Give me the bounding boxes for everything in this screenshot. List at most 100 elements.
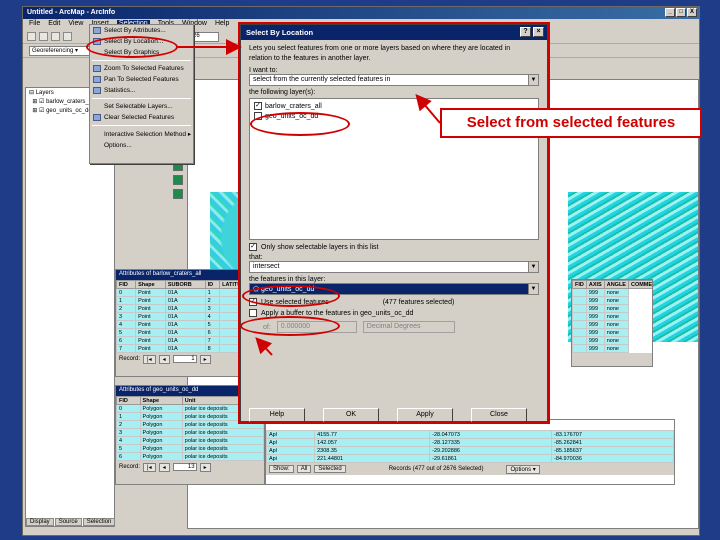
close-dialog-button[interactable]: Close — [471, 408, 527, 422]
menu-interactive-selection-method[interactable]: Interactive Selection Method ▸ — [90, 128, 193, 140]
table-row[interactable]: 6 Polygon polar ice deposits — [116, 452, 264, 461]
table-cell: 999 — [585, 328, 605, 337]
prev-record-button[interactable]: ◂ — [158, 354, 170, 364]
save-icon[interactable] — [51, 32, 60, 41]
select-features-icon[interactable] — [173, 175, 183, 185]
menu-zoom-to-selected[interactable]: Zoom To Selected Features — [90, 63, 193, 74]
show-label: Show: — [269, 465, 294, 473]
record-number-input[interactable]: 1 — [172, 355, 197, 363]
menu-file[interactable]: File — [29, 20, 40, 29]
maximize-button[interactable]: □ — [676, 8, 686, 17]
table-row[interactable]: 999 none — [572, 344, 653, 353]
table-cell — [572, 296, 587, 305]
table-row[interactable]: 999 none — [572, 312, 653, 321]
table-cell: none — [603, 328, 629, 337]
menu-view[interactable]: View — [68, 20, 83, 29]
table-row[interactable]: 999 none — [572, 336, 653, 345]
show-selected-button[interactable]: Selected — [314, 465, 346, 473]
table-cell: none — [603, 312, 629, 321]
tab-display[interactable]: Display — [26, 518, 54, 526]
table-cell: none — [603, 336, 629, 345]
next-record-button[interactable]: ▸ — [199, 354, 211, 364]
table-row[interactable]: 4 Polygon polar ice deposits — [116, 436, 264, 445]
prev-record-button[interactable]: ◂ — [158, 462, 170, 472]
table-row[interactable]: 3 Polygon polar ice deposits — [116, 428, 264, 437]
only-show-selectable-row[interactable]: ✓ Only show selectable layers in this li… — [249, 243, 539, 251]
table-cell: polar ice deposits — [181, 452, 264, 461]
table-cell: -85.185637 — [551, 446, 674, 455]
table-row[interactable]: 999 none — [572, 320, 653, 329]
dialog-help-button[interactable]: ? — [520, 27, 531, 37]
menu-help[interactable]: Help — [215, 20, 229, 29]
record-number-input[interactable]: 13 — [172, 463, 197, 471]
print-icon[interactable] — [63, 32, 72, 41]
table-row[interactable]: Api 221.44801 -29.61861 -84.970036 — [266, 454, 674, 463]
only-show-checkbox[interactable]: ✓ — [249, 243, 257, 251]
close-button[interactable]: X — [687, 8, 697, 17]
menu-edit[interactable]: Edit — [48, 20, 60, 29]
menu-clear-selected[interactable]: Clear Selected Features — [90, 112, 193, 123]
table-cell: 221.44801 — [314, 454, 431, 463]
table-cell: Point — [135, 304, 166, 313]
attribute-table-geo-units-right: Apl 4155.77 -28.047073 -83.176707 Apl 142.057… — [265, 419, 675, 485]
table-row[interactable]: Apl 2308.35 -29.202886 -85.185637 — [266, 446, 674, 455]
table-row[interactable]: 5 Polygon polar ice deposits — [116, 444, 264, 453]
dialog-close-button[interactable]: × — [533, 27, 544, 37]
next-record-button[interactable]: ▸ — [199, 462, 211, 472]
tab-selection[interactable]: Selection — [82, 518, 116, 526]
table-cell — [572, 304, 587, 313]
georeferencing-dropdown[interactable]: Georeferencing ▾ — [29, 45, 91, 56]
records-status: Records (477 out of 2676 Selected) — [388, 466, 484, 472]
window-titlebar: Untitled - ArcMap - ArcInfo _ □ X — [23, 7, 699, 19]
table-cell: Apl — [266, 430, 316, 439]
attribute-table-footer-right: Show: All Selected Records (477 out of 2… — [266, 463, 674, 475]
table-cell: 6 — [116, 452, 141, 461]
highlight-ring-layer — [250, 112, 350, 136]
menu-options[interactable]: Options... — [90, 140, 193, 151]
table-row[interactable]: 999 none — [572, 328, 653, 337]
help-button[interactable]: Help — [249, 408, 305, 422]
tab-source[interactable]: Source — [54, 518, 82, 526]
menu-select-by-attributes[interactable]: Select By Attributes... — [90, 25, 193, 36]
minimize-button[interactable]: _ — [665, 8, 675, 17]
spatial-relationship-dropdown[interactable]: intersect ▼ — [249, 261, 539, 273]
attribute-table-footer: Record: |◂ ◂ 13 ▸ — [116, 461, 264, 473]
table-cell: Apl — [266, 438, 316, 447]
select-by-location-dialog: Select By Location ? × Lets you select f… — [238, 22, 550, 424]
first-record-button[interactable]: |◂ — [143, 354, 156, 364]
layer-checkbox[interactable]: ✓ — [254, 102, 262, 110]
dialog-intro-text: Lets you select features from one or mor… — [249, 45, 511, 62]
options-button[interactable]: Options ▾ — [506, 464, 540, 474]
column-header: Shape — [139, 396, 183, 405]
buffer-units-dropdown[interactable]: Decimal Degrees — [362, 321, 455, 333]
selection-method-dropdown[interactable]: select from the currently selected featu… — [249, 74, 539, 86]
apply-button[interactable]: Apply — [397, 408, 453, 422]
selected-count: (477 features selected) — [382, 298, 455, 306]
identify-icon[interactable] — [173, 189, 183, 199]
table-cell: Polygon — [139, 436, 183, 445]
table-cell: -84.970036 — [551, 454, 674, 463]
record-label: Record: — [119, 464, 141, 470]
menu-set-selectable-layers[interactable]: Set Selectable Layers... — [90, 101, 193, 112]
dialog-buttons: Help OK Apply Close — [249, 408, 527, 422]
table-row[interactable]: 999 none — [572, 288, 653, 297]
open-icon[interactable] — [39, 32, 48, 41]
new-icon[interactable] — [27, 32, 36, 41]
menu-statistics[interactable]: Statistics... — [90, 85, 193, 96]
table-cell: Point — [135, 344, 166, 353]
table-cell: none — [603, 296, 629, 305]
ok-button[interactable]: OK — [323, 408, 379, 422]
table-row[interactable]: 999 none — [572, 296, 653, 305]
table-icon — [93, 27, 101, 34]
table-cell: Polygon — [139, 412, 183, 421]
show-all-button[interactable]: All — [296, 465, 312, 473]
column-header: FID — [116, 280, 137, 289]
table-row[interactable]: 999 none — [572, 304, 653, 313]
table-cell: Point — [135, 288, 166, 297]
apply-buffer-checkbox[interactable] — [249, 309, 257, 317]
column-header: COMMENTS — [627, 280, 652, 289]
table-row[interactable]: Apl 142.057 -28.127335 -85.262841 — [266, 438, 674, 447]
first-record-button[interactable]: |◂ — [143, 462, 156, 472]
table-row[interactable]: Apl 4155.77 -28.047073 -83.176707 — [266, 430, 674, 439]
menu-pan-to-selected[interactable]: Pan To Selected Features — [90, 74, 193, 85]
